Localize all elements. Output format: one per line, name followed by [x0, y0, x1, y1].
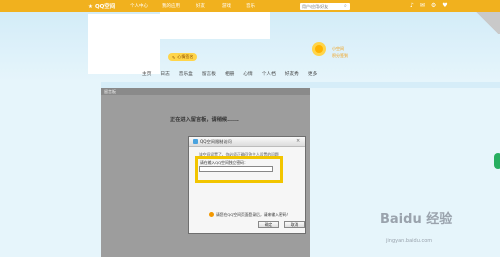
avatar[interactable]	[88, 14, 160, 74]
side-link-small-space[interactable]: 小空间	[332, 46, 344, 52]
main-nav: 主页 日志 音乐盒 留言板 相册 心情 个人档 好友秀 更多	[142, 71, 317, 77]
nav-item-more[interactable]: 更多	[308, 71, 317, 77]
watermark-url: jingyan.baidu.com	[386, 238, 433, 244]
topbar-item-friends[interactable]: 好友	[196, 3, 205, 9]
search-icon[interactable]: ⌕	[344, 3, 347, 9]
page-corner-fold[interactable]	[462, 12, 500, 34]
nav-item-music[interactable]: 音乐盒	[179, 71, 193, 77]
gear-icon[interactable]: ⚙	[431, 2, 436, 9]
nav-item-profile[interactable]: 个人档	[262, 71, 276, 77]
dialog-title: QQ空间限制访问	[200, 139, 232, 144]
left-background	[0, 82, 101, 257]
loading-message: 正在进入留言板，请稍候......	[170, 117, 239, 123]
nav-item-album[interactable]: 相册	[225, 71, 234, 77]
warning-text: 请您在QQ空间页面登录后，请来输入密码！	[216, 212, 291, 217]
sun-icon[interactable]	[312, 42, 326, 56]
topbar-item-profile[interactable]: 个人中心	[130, 3, 148, 9]
topbar-item-games[interactable]: 游戏	[222, 3, 231, 9]
ok-button[interactable]: 确定	[258, 221, 279, 228]
nav-item-home[interactable]: 主页	[142, 71, 151, 77]
pencil-icon: ✎	[172, 54, 176, 60]
nav-item-blog[interactable]: 日志	[160, 71, 169, 77]
qzone-logo[interactable]: ★ QQ空间	[88, 2, 115, 10]
heart-icon[interactable]: ♥	[442, 2, 447, 9]
panel-title: 留言板	[101, 88, 310, 95]
warning-icon	[209, 212, 214, 217]
topbar-right-icons: ♪ ✉ ⚙ ♥	[410, 2, 448, 9]
side-link-checkin[interactable]: 积分签到	[332, 53, 348, 59]
nav-item-friends-show[interactable]: 好友秀	[285, 71, 299, 77]
scroll-handle[interactable]	[494, 153, 500, 169]
access-dialog: QQ空间限制访问 × 该空间设置了，你必须正确回答主人设置的问题	[188, 136, 306, 234]
mood-button[interactable]: ✎ 心情签名	[168, 53, 198, 61]
top-bar: ★QQ空间 个人中心 我的应用 好友 游戏 音乐 ⌕ ♪ ✉ ⚙ ♥	[0, 0, 500, 12]
cancel-button[interactable]: 取消	[284, 221, 305, 228]
nav-item-guestbook[interactable]: 留言板	[202, 71, 216, 77]
search-input[interactable]	[302, 3, 344, 9]
close-icon[interactable]: ×	[296, 138, 300, 144]
mail-icon[interactable]: ✉	[420, 2, 425, 9]
topbar-item-music[interactable]: 音乐	[246, 3, 255, 9]
password-field[interactable]	[199, 166, 273, 172]
watermark-logo: Baidu 经验	[380, 212, 453, 227]
nav-item-mood[interactable]: 心情	[243, 71, 252, 77]
topbar-item-apps[interactable]: 我的应用	[162, 3, 180, 9]
star-icon: ★	[88, 4, 93, 10]
qzone-icon	[193, 139, 198, 144]
header-blank-area	[160, 12, 270, 39]
bell-icon[interactable]: ♪	[410, 2, 414, 9]
dialog-titlebar[interactable]: QQ空间限制访问 ×	[189, 137, 305, 147]
right-background	[310, 88, 500, 257]
